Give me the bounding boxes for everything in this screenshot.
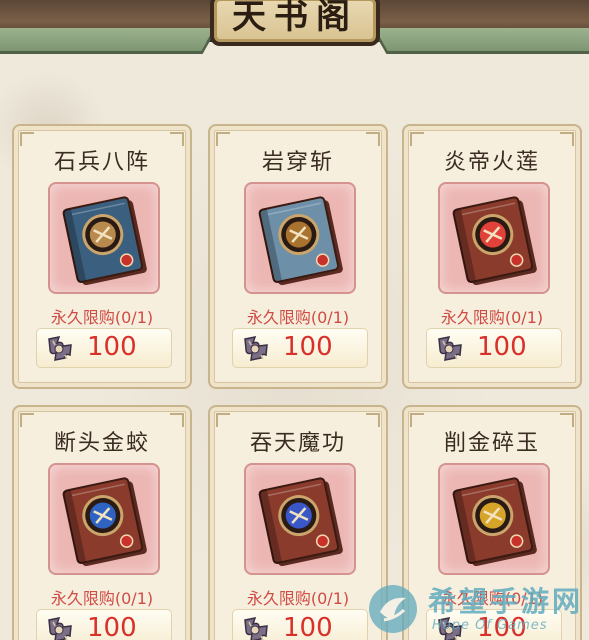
- watermark-subtitle: Hope Of Games: [432, 618, 548, 633]
- watermark-title: 希望手游网: [428, 585, 584, 618]
- skill-book-icon: [258, 196, 343, 286]
- item-name: 吞天魔功: [249, 431, 346, 456]
- item-image-frame[interactable]: [48, 463, 160, 575]
- purchase-limit: 永久限购(0/1): [50, 308, 154, 327]
- shop-item-card[interactable]: 石兵八阵 永久限购(0/1) 100: [12, 124, 192, 389]
- buy-button[interactable]: 100: [36, 328, 172, 368]
- puzzle-fragment-icon: [48, 336, 72, 361]
- item-image-frame[interactable]: [244, 463, 356, 575]
- buy-button[interactable]: 100: [426, 328, 562, 368]
- item-image-frame[interactable]: [48, 182, 160, 294]
- item-name: 岩穿斩: [261, 150, 334, 175]
- skill-book-icon: [452, 477, 537, 567]
- skill-book-icon: [62, 477, 147, 567]
- header-drape-right: [371, 28, 589, 54]
- item-image-frame[interactable]: [438, 463, 550, 575]
- skill-book-icon: [452, 196, 537, 286]
- shop-item-card[interactable]: 岩穿斩 永久限购(0/1) 100: [208, 124, 388, 389]
- watermark-logo-icon: [369, 585, 417, 633]
- skill-book-icon: [258, 477, 343, 567]
- item-name: 削金碎玉: [443, 431, 540, 456]
- item-image-frame[interactable]: [244, 182, 356, 294]
- item-image-frame[interactable]: [438, 182, 550, 294]
- watermark: 希望手游网 Hope Of Games: [366, 578, 586, 638]
- puzzle-fragment-icon: [48, 617, 72, 640]
- shop-item-card[interactable]: 炎帝火莲 永久限购(0/1) 100: [402, 124, 582, 389]
- header: 天书阁: [0, 0, 589, 62]
- skill-book-icon: [62, 196, 147, 286]
- header-drape-left: [0, 28, 218, 54]
- price-value: 100: [283, 613, 333, 640]
- puzzle-fragment-icon: [244, 336, 268, 361]
- price-value: 100: [87, 332, 137, 362]
- puzzle-fragment-icon: [438, 336, 462, 361]
- purchase-limit: 永久限购(0/1): [440, 308, 544, 327]
- page-title: 天书阁: [232, 0, 358, 37]
- item-name: 石兵八阵: [53, 150, 150, 175]
- puzzle-fragment-icon: [244, 617, 268, 640]
- price-value: 100: [477, 332, 527, 362]
- buy-button[interactable]: 100: [36, 609, 172, 640]
- price-value: 100: [87, 613, 137, 640]
- title-plaque: 天书阁: [210, 0, 380, 46]
- shop-item-card[interactable]: 断头金蛟 永久限购(0/1) 100: [12, 405, 192, 640]
- buy-button[interactable]: 100: [232, 609, 368, 640]
- purchase-limit: 永久限购(0/1): [246, 589, 350, 608]
- item-name: 炎帝火莲: [443, 150, 540, 175]
- buy-button[interactable]: 100: [232, 328, 368, 368]
- shop-item-card[interactable]: 吞天魔功 永久限购(0/1) 100: [208, 405, 388, 640]
- purchase-limit: 永久限购(0/1): [246, 308, 350, 327]
- item-name: 断头金蛟: [53, 431, 150, 456]
- purchase-limit: 永久限购(0/1): [50, 589, 154, 608]
- price-value: 100: [283, 332, 333, 362]
